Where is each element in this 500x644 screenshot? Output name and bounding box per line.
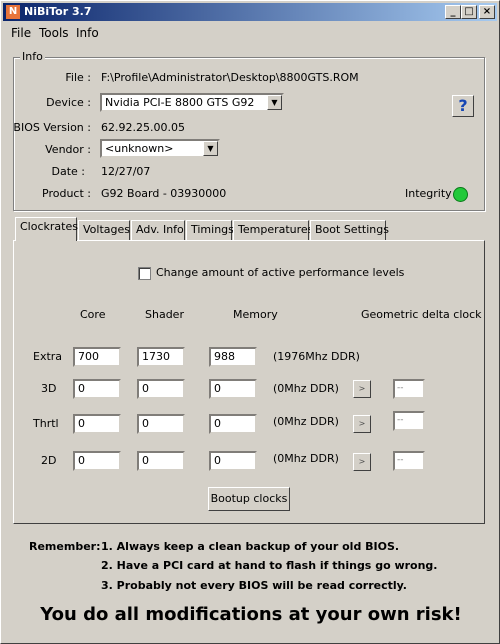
device-select-value: Nvidia PCI-E 8800 GTS G92 bbox=[105, 96, 255, 109]
shader-input-extra[interactable]: 1730 bbox=[137, 347, 185, 367]
ddr-extra: (1976Mhz DDR) bbox=[273, 350, 360, 363]
integrity-label: Integrity : bbox=[405, 187, 459, 200]
chevron-down-icon[interactable]: ▼ bbox=[267, 95, 282, 110]
row-label-thrtl: Thrtl bbox=[33, 417, 59, 430]
bios-version-label: BIOS Version : bbox=[13, 121, 91, 134]
delta-step-button-thrtl[interactable]: > bbox=[353, 415, 371, 433]
file-label: File : bbox=[65, 71, 91, 84]
delta-step-button-2d[interactable]: > bbox=[353, 453, 371, 471]
vendor-label: Vendor : bbox=[45, 143, 91, 156]
remember-label: Remember: bbox=[29, 540, 101, 553]
tab-adv-info[interactable]: Adv. Info bbox=[131, 220, 185, 240]
tab-timings[interactable]: Timings bbox=[186, 220, 234, 240]
bootup-clocks-button[interactable]: Bootup clocks bbox=[208, 487, 290, 511]
ddr-3d: (0Mhz DDR) bbox=[273, 382, 339, 395]
menu-bar: File Tools Info bbox=[3, 23, 497, 42]
shader-header: Shader bbox=[145, 308, 184, 321]
delta-step-button-3d[interactable]: > bbox=[353, 380, 371, 398]
product-label: Product : bbox=[42, 187, 91, 200]
ddr-thrtl: (0Mhz DDR) bbox=[273, 415, 339, 428]
memory-input-3d[interactable]: 0 bbox=[209, 379, 257, 399]
row-label-2d: 2D bbox=[41, 454, 57, 467]
app-window: N NiBiTor 3.7 _ □ × File Tools Info Info… bbox=[0, 0, 500, 644]
vendor-select-value: <unknown> bbox=[105, 142, 174, 155]
title-bar[interactable]: N NiBiTor 3.7 _ □ × bbox=[3, 3, 497, 21]
device-select[interactable]: Nvidia PCI-E 8800 GTS G92 ▼ bbox=[100, 93, 284, 112]
date-label: Date : bbox=[51, 165, 86, 178]
tab-boot-settings[interactable]: Boot Settings bbox=[310, 220, 389, 240]
core-input-3d[interactable]: 0 bbox=[73, 379, 121, 399]
menu-info[interactable]: Info bbox=[76, 26, 99, 40]
product-value: G92 Board - 03930000 bbox=[101, 187, 227, 200]
file-path-value: F:\Profile\Administrator\Desktop\8800GTS… bbox=[101, 71, 359, 84]
memory-input-2d[interactable]: 0 bbox=[209, 451, 257, 471]
menu-tools[interactable]: Tools bbox=[39, 26, 69, 40]
vendor-select[interactable]: <unknown> ▼ bbox=[100, 139, 220, 158]
shader-input-2d[interactable]: 0 bbox=[137, 451, 185, 471]
row-label-3d: 3D bbox=[41, 382, 57, 395]
maximize-button[interactable]: □ bbox=[461, 5, 477, 19]
delta-input-thrtl[interactable]: -- bbox=[393, 411, 425, 431]
memory-input-extra[interactable]: 988 bbox=[209, 347, 257, 367]
core-input-2d[interactable]: 0 bbox=[73, 451, 121, 471]
core-header: Core bbox=[80, 308, 106, 321]
date-value: 12/27/07 bbox=[101, 165, 151, 178]
help-button[interactable]: ? bbox=[452, 95, 474, 117]
close-button[interactable]: × bbox=[479, 5, 495, 19]
delta-input-3d[interactable]: -- bbox=[393, 379, 425, 399]
bios-version-value: 62.92.25.00.05 bbox=[101, 121, 185, 134]
memory-input-thrtl[interactable]: 0 bbox=[209, 414, 257, 434]
delta-input-2d[interactable]: -- bbox=[393, 451, 425, 471]
shader-input-thrtl[interactable]: 0 bbox=[137, 414, 185, 434]
window-title: NiBiTor 3.7 bbox=[24, 5, 92, 18]
tab-clockrates[interactable]: Clockrates bbox=[15, 217, 78, 241]
tab-voltages[interactable]: Voltages bbox=[78, 220, 130, 240]
app-icon: N bbox=[6, 5, 20, 19]
menu-file[interactable]: File bbox=[11, 26, 31, 40]
device-label: Device : bbox=[46, 96, 91, 109]
remember-line-1: 1. Always keep a clean backup of your ol… bbox=[101, 540, 400, 553]
row-label-extra: Extra bbox=[33, 350, 63, 363]
ddr-2d: (0Mhz DDR) bbox=[273, 452, 339, 465]
change-levels-checkbox[interactable] bbox=[138, 267, 151, 280]
info-group-title: Info bbox=[20, 50, 45, 63]
remember-line-2: 2. Have a PCI card at hand to flash if t… bbox=[101, 559, 438, 572]
tab-temperatures[interactable]: Temperatures bbox=[233, 220, 313, 240]
remember-line-3: 3. Probably not every BIOS will be read … bbox=[101, 579, 407, 592]
integrity-indicator bbox=[453, 187, 468, 202]
delta-clock-header: Geometric delta clock bbox=[361, 308, 482, 321]
memory-header: Memory bbox=[233, 308, 278, 321]
risk-warning: You do all modifications at your own ris… bbox=[40, 604, 462, 625]
minimize-button[interactable]: _ bbox=[445, 5, 461, 19]
core-input-thrtl[interactable]: 0 bbox=[73, 414, 121, 434]
shader-input-3d[interactable]: 0 bbox=[137, 379, 185, 399]
chevron-down-icon[interactable]: ▼ bbox=[203, 141, 218, 156]
core-input-extra[interactable]: 700 bbox=[73, 347, 121, 367]
change-levels-label: Change amount of active performance leve… bbox=[156, 266, 405, 279]
